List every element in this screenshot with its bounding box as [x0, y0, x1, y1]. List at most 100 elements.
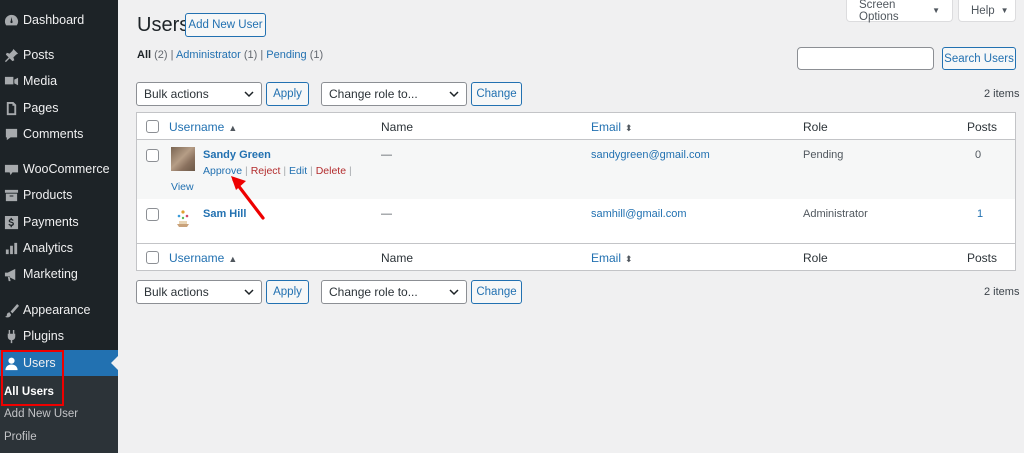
column-email[interactable]: Email ⬍	[591, 251, 633, 265]
menu-analytics[interactable]: Analytics	[0, 235, 118, 261]
apply-button[interactable]: Apply	[266, 280, 309, 304]
menu-posts[interactable]: Posts	[0, 42, 118, 68]
menu-label: Appearance	[23, 303, 91, 317]
change-button[interactable]: Change	[471, 82, 522, 106]
search-users-button[interactable]: Search Users	[942, 47, 1016, 70]
column-username[interactable]: Username ▲	[169, 251, 237, 265]
change-role-select[interactable]: Change role to...	[321, 280, 467, 304]
screen-options-label: Screen Options	[859, 0, 899, 23]
view-link[interactable]: View	[171, 181, 194, 193]
column-username-label: Username	[169, 251, 225, 265]
menu-products[interactable]: Products	[0, 182, 118, 208]
dollar-icon	[3, 214, 19, 230]
column-role: Role	[803, 251, 828, 265]
menu-marketing[interactable]: Marketing	[0, 261, 118, 287]
menu-comments[interactable]: Comments	[0, 121, 118, 147]
caret-down-icon: ▼	[932, 6, 940, 15]
sort-icon: ⬍	[625, 254, 633, 264]
role-cell: Pending	[803, 149, 844, 161]
sort-icon: ▲	[228, 123, 238, 133]
column-role: Role	[803, 120, 828, 134]
dashboard-icon	[3, 12, 19, 28]
admin-sidebar: Dashboard Posts Media Pages Comments Woo…	[0, 0, 118, 453]
add-new-user-button[interactable]: Add New User	[185, 13, 266, 37]
menu-label: Dashboard	[23, 13, 85, 27]
filter-separator: |	[170, 49, 174, 61]
change-role-select[interactable]: Change role to...	[321, 82, 467, 106]
caret-down-icon: ▼	[1000, 6, 1009, 15]
role-filter-links: All (2) | Administrator (1) | Pending (1…	[137, 49, 323, 61]
menu-label: Pages	[23, 101, 59, 115]
page-title: Users	[137, 14, 190, 36]
menu-label: Products	[23, 188, 73, 202]
name-cell: —	[381, 208, 392, 220]
bulk-actions-select[interactable]: Bulk actions	[136, 82, 262, 106]
avatar	[171, 147, 195, 171]
menu-label: Analytics	[23, 241, 74, 255]
menu-woocommerce[interactable]: WooCommerce	[0, 156, 118, 182]
username-link[interactable]: Sandy Green	[203, 149, 271, 161]
search-users-input[interactable]	[797, 47, 934, 70]
apply-button[interactable]: Apply	[266, 82, 309, 106]
help-button[interactable]: Help ▼	[958, 0, 1016, 22]
column-email-label: Email	[591, 251, 622, 265]
edit-link[interactable]: Edit	[289, 165, 307, 177]
column-name: Name	[381, 251, 414, 265]
bulk-actions-select[interactable]: Bulk actions	[136, 280, 262, 304]
help-label: Help	[971, 4, 995, 17]
menu-pages[interactable]: Pages	[0, 95, 118, 121]
chevron-down-icon	[244, 289, 254, 296]
posts-link[interactable]: 1	[977, 208, 983, 220]
screen-options-button[interactable]: Screen Options ▼	[846, 0, 953, 23]
media-icon	[3, 73, 19, 89]
submenu-add-new-user[interactable]: Add New User	[4, 408, 78, 420]
menu-label: Marketing	[23, 267, 78, 281]
column-email[interactable]: Email ⬍	[591, 120, 633, 134]
pages-icon	[3, 100, 19, 116]
plug-icon	[3, 328, 19, 344]
woo-icon	[3, 161, 19, 177]
column-name: Name	[381, 120, 414, 134]
filter-pending[interactable]: Pending	[266, 49, 306, 61]
archive-icon	[3, 187, 19, 203]
menu-label: Posts	[23, 48, 55, 62]
menu-label: WooCommerce	[23, 162, 110, 176]
action-separator: |	[310, 165, 313, 177]
menu-payments[interactable]: Payments	[0, 209, 118, 235]
column-posts: Posts	[967, 251, 998, 265]
change-button[interactable]: Change	[471, 280, 522, 304]
action-separator: |	[283, 165, 287, 177]
filter-all[interactable]: All	[137, 49, 151, 61]
brush-icon	[3, 302, 19, 318]
pin-icon	[3, 47, 19, 63]
column-username[interactable]: Username ▲	[169, 120, 237, 134]
filter-administrator[interactable]: Administrator	[176, 49, 241, 61]
menu-appearance[interactable]: Appearance	[0, 297, 118, 323]
menu-dashboard[interactable]: Dashboard	[0, 7, 118, 33]
menu-label: Comments	[23, 127, 84, 141]
delete-link[interactable]: Delete	[316, 165, 346, 177]
select-all-checkbox[interactable]	[146, 251, 159, 264]
menu-label: Plugins	[23, 329, 64, 343]
row-checkbox[interactable]	[146, 208, 159, 221]
items-count: 2 items	[984, 88, 1020, 100]
sort-icon: ⬍	[625, 123, 633, 133]
filter-administrator-count: (1)	[243, 49, 258, 61]
annotation-arrow-icon	[231, 176, 265, 220]
highlight-box	[1, 350, 64, 406]
name-cell: —	[381, 149, 392, 161]
bulk-actions-value: Bulk actions	[144, 87, 209, 101]
row-checkbox[interactable]	[146, 149, 159, 162]
select-all-checkbox[interactable]	[146, 120, 159, 133]
email-link[interactable]: sandygreen@gmail.com	[591, 149, 710, 161]
menu-plugins[interactable]: Plugins	[0, 323, 118, 349]
menu-media[interactable]: Media	[0, 68, 118, 94]
table-header: Username ▲ Name Email ⬍ Role Posts	[137, 113, 1015, 140]
filter-separator: |	[260, 49, 264, 61]
menu-label: Payments	[23, 215, 79, 229]
change-role-value: Change role to...	[329, 87, 418, 101]
submenu-profile[interactable]: Profile	[4, 431, 37, 443]
email-link[interactable]: samhill@gmail.com	[591, 208, 687, 220]
role-cell: Administrator	[803, 208, 868, 220]
posts-cell: 0	[975, 149, 982, 161]
